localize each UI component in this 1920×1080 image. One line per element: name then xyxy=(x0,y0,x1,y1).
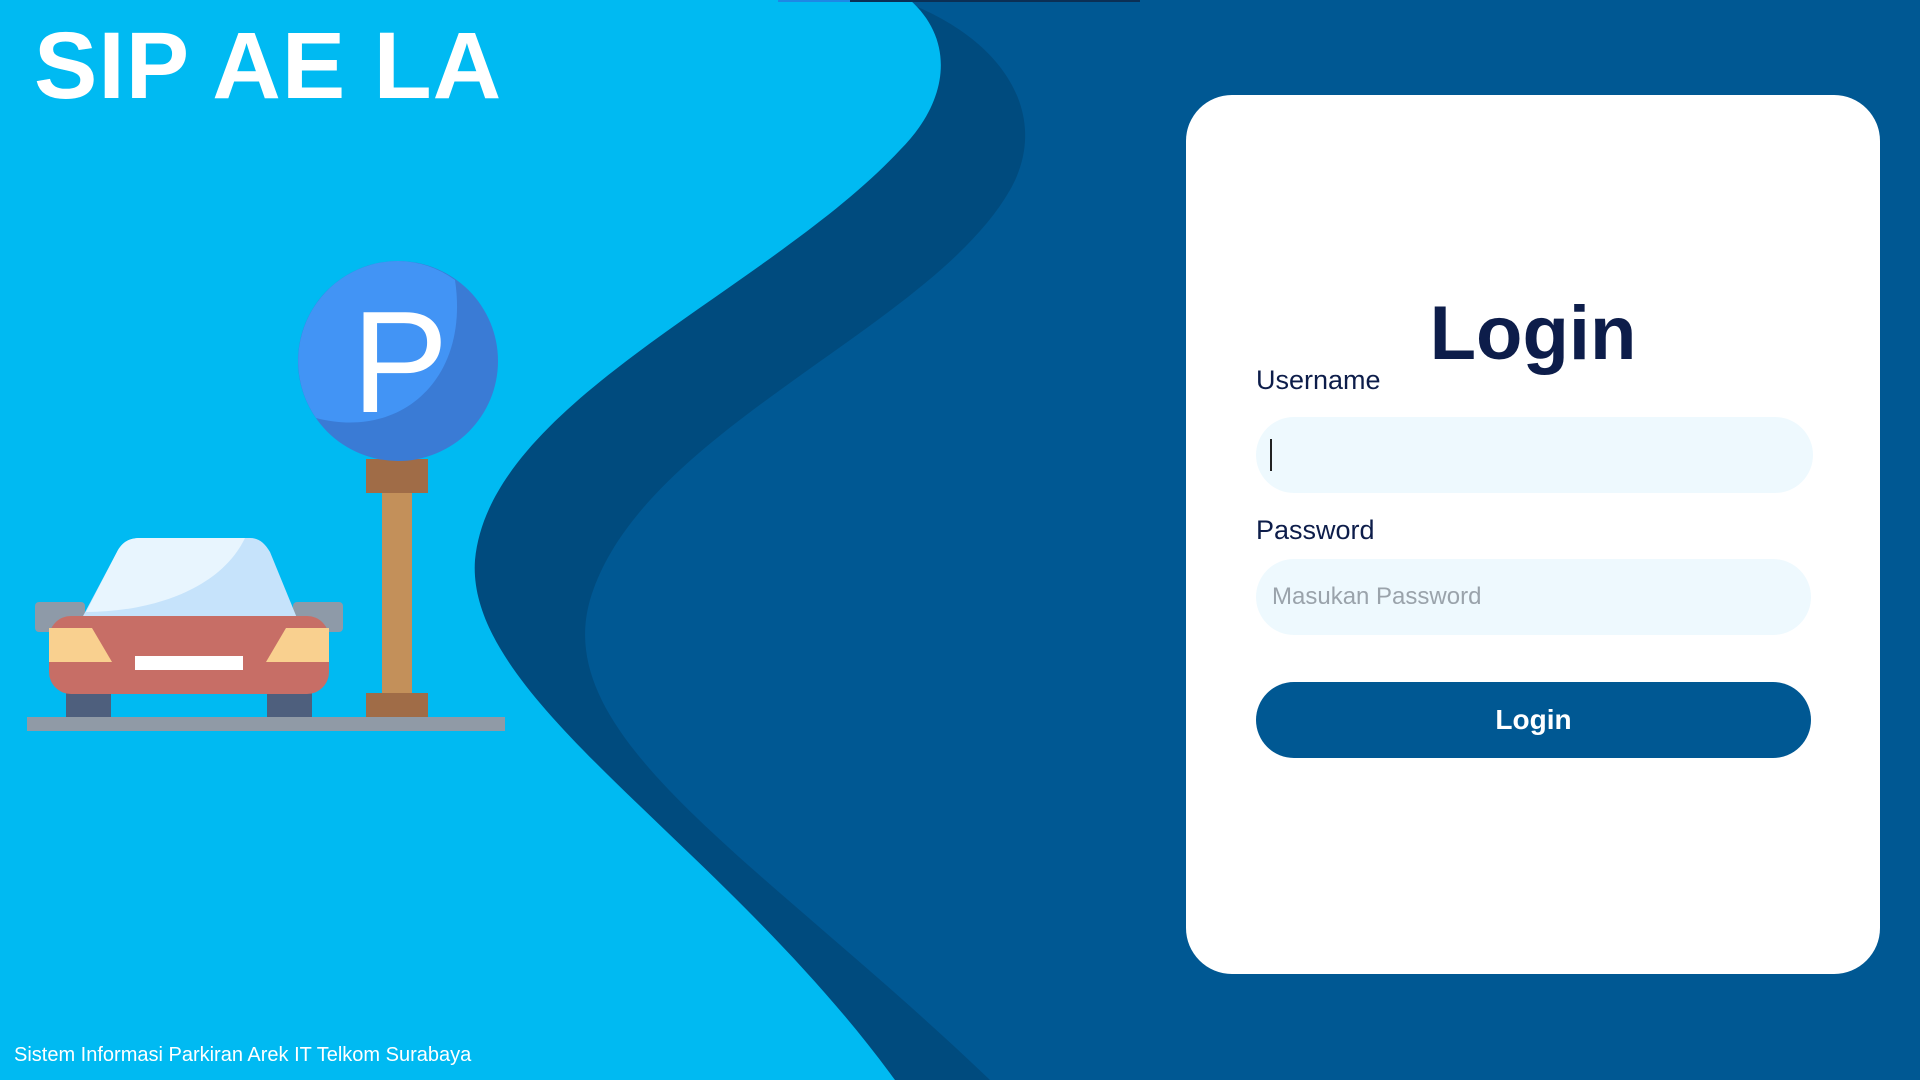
footer-tagline: Sistem Informasi Parkiran Arek IT Telkom… xyxy=(14,1044,472,1066)
login-heading: Login xyxy=(1429,291,1637,376)
ground-line xyxy=(27,717,505,731)
username-label: Username xyxy=(1256,365,1381,395)
parking-p-icon: P xyxy=(352,281,449,443)
login-button[interactable]: Login xyxy=(1256,682,1811,758)
top-strip-accent xyxy=(778,0,850,2)
username-input[interactable] xyxy=(1256,417,1813,493)
password-label: Password xyxy=(1256,515,1375,545)
car-grille xyxy=(135,656,243,670)
login-card: Login Username Password Login xyxy=(1186,95,1880,974)
sign-pole xyxy=(382,490,412,695)
text-caret xyxy=(1270,439,1272,471)
login-page: SIP AE LA P Sistem Informasi Parkiran Ar… xyxy=(0,0,1920,1080)
sign-base xyxy=(366,693,428,717)
top-strip xyxy=(778,0,1140,2)
sign-bracket xyxy=(366,459,428,493)
password-input[interactable] xyxy=(1256,559,1811,635)
parking-illustration: P xyxy=(27,261,505,731)
